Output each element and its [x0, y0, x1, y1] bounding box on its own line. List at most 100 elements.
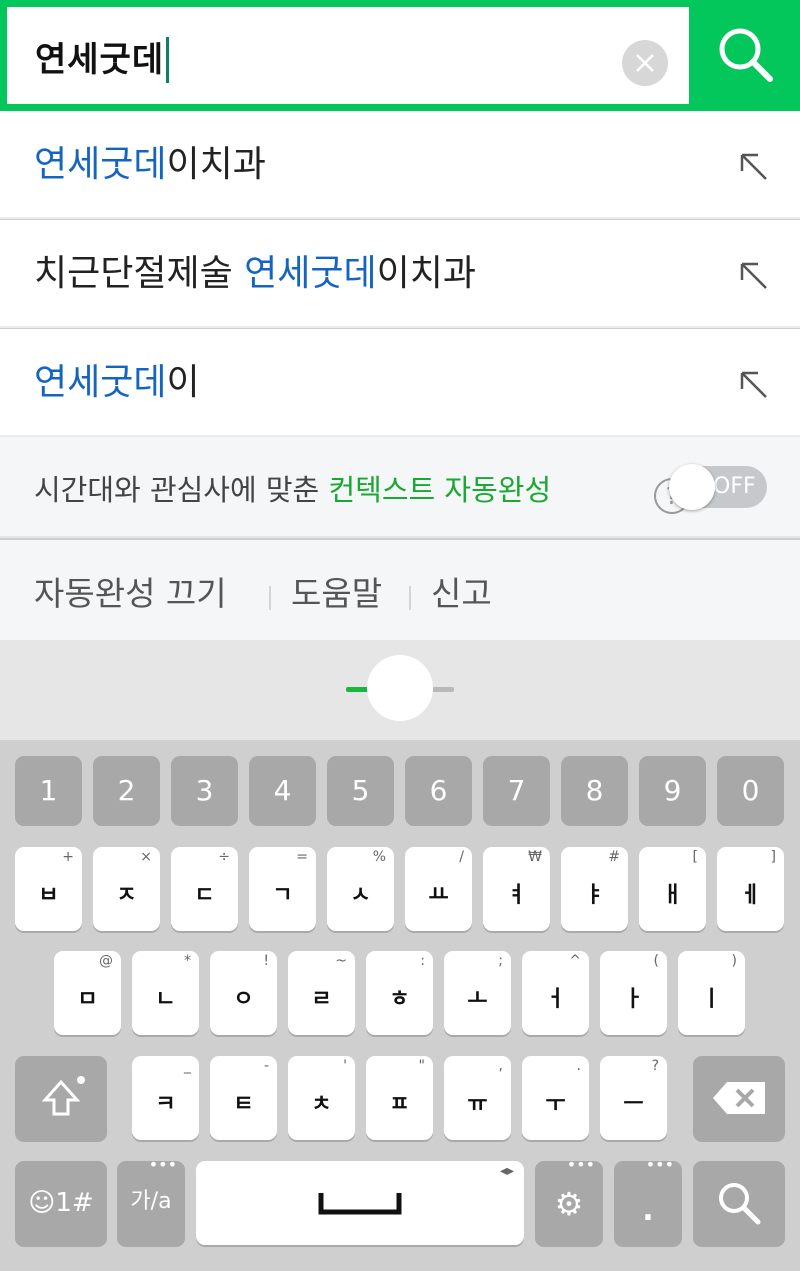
keyboard-handle-bar — [0, 640, 800, 740]
number-key[interactable]: 4 — [249, 756, 316, 824]
number-key[interactable]: 7 — [483, 756, 550, 824]
search-button[interactable] — [689, 0, 800, 111]
suggestion-item[interactable]: 치근단절제술 연세굿데이치과 — [0, 220, 800, 328]
key-label: 9 — [663, 774, 682, 807]
number-key[interactable]: 0 — [717, 756, 784, 824]
key-secondary-label: ) — [731, 953, 737, 969]
key-label: 3 — [195, 774, 214, 807]
letter-key[interactable]: ㅑ # — [561, 847, 628, 931]
number-key[interactable]: 1 — [15, 756, 82, 824]
key-label: ㅓ — [545, 987, 566, 1012]
settings-key[interactable]: ••• ⚙ — [535, 1155, 603, 1245]
key-label: ㅛ — [428, 883, 449, 908]
key-secondary-label: ~ — [335, 953, 347, 969]
letter-key[interactable]: ㅜ. — [522, 1056, 589, 1140]
insert-arrow-icon[interactable] — [738, 260, 770, 292]
letter-key[interactable]: ㄱ = — [249, 847, 316, 931]
key-secondary-label: # — [608, 849, 620, 865]
period-key[interactable]: ••• . — [614, 1155, 682, 1245]
symbols-key[interactable]: ☺1# — [15, 1161, 107, 1245]
text-caret — [166, 37, 170, 83]
key-label: ㅋ — [155, 1092, 176, 1117]
letter-key[interactable]: ㅋ _ — [132, 1056, 199, 1140]
key-secondary-label: ₩ — [528, 849, 542, 865]
key-label: ㄴ — [155, 987, 176, 1012]
suggestion-suffix: 이치과 — [166, 144, 266, 185]
key-secondary-label: [ — [692, 849, 698, 865]
shift-key[interactable] — [15, 1056, 107, 1140]
language-key[interactable]: ••• 가/a — [117, 1155, 185, 1245]
keyboard-handle[interactable] — [367, 655, 433, 721]
key-label: ㅅ — [350, 883, 371, 908]
help-link[interactable]: 도움말 — [291, 540, 382, 648]
key-secondary-label: % — [372, 849, 386, 865]
letter-key[interactable]: ㅓ ^ — [522, 951, 589, 1035]
search-key[interactable] — [693, 1161, 785, 1245]
keyboard: ☺1# ••• 가/a ◂▸ ••• ⚙ ••• . 1 2 3 4 5 6 7 8 9 0 ㅂ + ㅈ… — [0, 740, 800, 1271]
letter-key[interactable]: ㄹ ~ — [288, 951, 355, 1035]
letter-key[interactable]: ㅅ% — [327, 847, 394, 931]
letter-key[interactable]: ㅐ[ — [639, 847, 706, 931]
suggestion-prefix: 치근단절제술 — [34, 253, 245, 294]
letter-key[interactable]: ㅕ ₩ — [483, 847, 550, 931]
number-key[interactable]: 5 — [327, 756, 394, 824]
letter-key[interactable]: ㅁ @ — [54, 951, 121, 1035]
letter-key[interactable]: ㄷ ÷ — [171, 847, 238, 931]
search-box[interactable]: 연세굿데 — [7, 7, 689, 104]
letter-key[interactable]: ㅂ + — [15, 847, 82, 931]
key-label: ㅐ — [662, 883, 683, 908]
letter-key[interactable]: ㅇ! — [210, 951, 277, 1035]
key-label: 4 — [273, 774, 292, 807]
letter-key[interactable]: ㅗ; — [444, 951, 511, 1035]
key-label: ㅎ — [389, 987, 410, 1012]
letter-key[interactable]: ㅡ? — [600, 1056, 667, 1140]
key-label: 8 — [585, 774, 604, 807]
letter-key[interactable]: ㅊ ' — [288, 1056, 355, 1140]
letter-key[interactable]: ㅍ " — [366, 1056, 433, 1140]
key-label: ㅌ — [233, 1092, 254, 1117]
key-label: 7 — [507, 774, 526, 807]
more-dots: ••• — [566, 1155, 595, 1174]
key-label: ㅜ — [545, 1092, 566, 1117]
key-label: ㅗ — [467, 987, 488, 1012]
key-label: ㅡ — [623, 1092, 644, 1117]
key-label: 1 — [39, 774, 58, 807]
key-label: ㅣ — [701, 987, 722, 1012]
report-link[interactable]: 신고 — [431, 540, 492, 648]
number-key[interactable]: 8 — [561, 756, 628, 824]
insert-arrow-icon[interactable] — [738, 151, 770, 183]
autocomplete-off-link[interactable]: 자동완성 끄기 — [34, 540, 227, 648]
letter-key[interactable]: ㅌ- — [210, 1056, 277, 1140]
letter-key[interactable]: ㅈ × — [93, 847, 160, 931]
key-label: ㅈ — [116, 883, 137, 908]
context-autocomplete-toggle[interactable]: OFF — [669, 464, 767, 510]
letter-key[interactable]: ㅔ] — [717, 847, 784, 931]
letter-key[interactable]: ㅏ( — [600, 951, 667, 1035]
backspace-key[interactable] — [693, 1056, 785, 1140]
key-secondary-label: @ — [99, 953, 113, 969]
suggestion-item[interactable]: 연세굿데이치과 — [0, 111, 800, 219]
number-key[interactable]: 9 — [639, 756, 706, 824]
space-key[interactable]: ◂▸ — [196, 1161, 524, 1245]
letter-key[interactable]: ㅠ, — [444, 1056, 511, 1140]
letter-key[interactable]: ㄴ * — [132, 951, 199, 1035]
insert-arrow-icon[interactable] — [738, 369, 770, 401]
key-label: ㅇ — [233, 987, 254, 1012]
letter-key[interactable]: ㅎ: — [366, 951, 433, 1035]
number-key[interactable]: 2 — [93, 756, 160, 824]
suggestion-match: 연세굿데 — [34, 362, 167, 403]
suggestion-item[interactable]: 연세굿데이 — [0, 329, 800, 437]
number-key[interactable]: 3 — [171, 756, 238, 824]
more-dots: ••• — [148, 1155, 177, 1174]
clear-button[interactable] — [622, 40, 668, 86]
search-input[interactable]: 연세굿데 — [35, 37, 170, 83]
key-label: ㅏ — [623, 987, 644, 1012]
letter-key[interactable]: ㅣ) — [678, 951, 745, 1035]
letter-key[interactable]: ㅛ / — [405, 847, 472, 931]
suggestion-match: 연세굿데 — [244, 253, 377, 294]
key-label: ㅠ — [467, 1092, 488, 1117]
key-secondary-label: + — [62, 849, 74, 865]
number-key[interactable]: 6 — [405, 756, 472, 824]
toggle-knob — [669, 464, 715, 510]
key-label: ㄷ — [194, 883, 215, 908]
